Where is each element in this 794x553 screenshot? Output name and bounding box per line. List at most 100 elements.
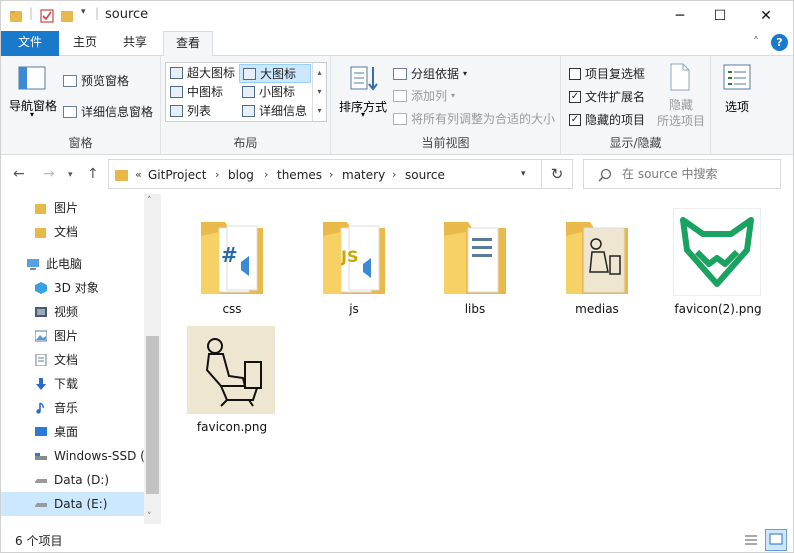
new-folder-icon[interactable] — [60, 8, 76, 24]
recent-locations-icon[interactable]: ▾ — [68, 170, 73, 180]
tab-view[interactable]: 查看 — [163, 31, 213, 57]
file-item-medias[interactable]: medias — [542, 206, 652, 318]
file-name: favicon(2).png — [674, 302, 762, 316]
item-checkboxes-toggle[interactable]: 项目复选框 — [569, 65, 645, 82]
sort-by-button[interactable]: 排序方式 ▾ — [337, 60, 391, 119]
file-item-css[interactable]: # css — [177, 206, 287, 318]
hide-selected-button[interactable]: 隐藏 所选项目 — [655, 60, 707, 128]
layout-label: 中图标 — [187, 85, 224, 99]
nav-item-downloads[interactable]: 下载 — [1, 372, 144, 396]
nav-item-documents-quick[interactable]: 文档 — [1, 220, 144, 244]
breadcrumb-source[interactable]: source — [405, 168, 445, 182]
3d-objects-icon — [35, 282, 47, 294]
folder-medias-icon — [566, 222, 628, 294]
layout-small-icons[interactable]: 小图标 — [239, 83, 311, 102]
layout-scroll[interactable]: ▴ ▾ ▾ — [312, 63, 326, 121]
file-extensions-toggle[interactable]: ✓ 文件扩展名 — [569, 88, 645, 105]
nav-pane-button[interactable]: 导航窗格 ▾ — [6, 60, 58, 119]
drive-icon — [35, 479, 47, 483]
quick-access-dropdown-icon[interactable]: ▾ — [81, 7, 86, 17]
file-item-favicon-2[interactable]: favicon(2).png — [663, 206, 773, 318]
close-button[interactable]: ✕ — [743, 1, 789, 31]
fox-logo-thumbnail — [673, 208, 761, 296]
tab-share[interactable]: 共享 — [115, 31, 155, 56]
collapse-ribbon-icon[interactable]: ˄ — [753, 35, 759, 49]
file-extensions-checkbox[interactable]: ✓ — [569, 90, 581, 103]
nav-item-this-pc[interactable]: 此电脑 — [1, 252, 144, 276]
preview-pane-button[interactable]: 预览窗格 — [63, 72, 129, 89]
hidden-items-label: 隐藏的项目 — [585, 113, 646, 127]
details-pane-label: 详细信息窗格 — [81, 105, 154, 119]
hidden-items-toggle[interactable]: ✓ 隐藏的项目 — [569, 111, 645, 128]
forward-arrow-icon[interactable]: → — [43, 166, 55, 182]
hidden-items-checkbox[interactable]: ✓ — [569, 113, 581, 126]
breadcrumb-overflow[interactable]: « — [135, 168, 142, 181]
add-columns-button[interactable]: 添加列 ▾ — [393, 87, 455, 104]
size-all-columns-button[interactable]: 将所有列调整为合适的大小 — [393, 110, 555, 127]
properties-checkmark-icon[interactable] — [39, 8, 55, 24]
tab-file[interactable]: 文件 — [1, 31, 59, 56]
download-icon — [36, 378, 46, 390]
nav-item-windows-ssd[interactable]: Windows-SSD ( — [1, 444, 144, 468]
breadcrumb-blog[interactable]: blog — [228, 168, 254, 182]
layout-extra-large-icons[interactable]: 超大图标 — [167, 64, 237, 83]
large-icons-view-icon[interactable] — [765, 529, 787, 551]
nav-item-data-e[interactable]: Data (E:) — [1, 492, 144, 516]
scroll-down-icon[interactable]: ˅ — [147, 512, 152, 522]
address-path[interactable]: « GitProject › blog › themes › matery › … — [108, 159, 542, 189]
breadcrumb-separator: › — [329, 168, 334, 181]
nav-label: 文档 — [54, 225, 79, 239]
current-view-group: 排序方式 ▾ 分组依据 ▾ 添加列 ▾ 将所有列调整为合适的大小 当前视图 — [331, 56, 561, 155]
maximize-button[interactable]: ☐ — [697, 1, 743, 31]
nav-item-data-d[interactable]: Data (D:) — [1, 468, 144, 492]
address-bar: ← → ▾ ↑ « GitProject › blog › themes › m… — [1, 156, 793, 192]
item-checkboxes-checkbox[interactable] — [569, 67, 581, 80]
nav-item-desktop[interactable]: 桌面 — [1, 420, 144, 444]
scroll-up-icon[interactable]: ˄ — [147, 196, 152, 206]
address-dropdown-icon[interactable]: ▾ — [521, 169, 526, 179]
chevron-down-icon: ▾ — [463, 69, 468, 78]
back-arrow-icon[interactable]: ← — [13, 166, 25, 182]
documents-icon — [35, 354, 47, 366]
chevron-down-icon: ▾ — [30, 110, 35, 119]
file-item-libs[interactable]: libs — [420, 206, 530, 318]
nav-label: 文档 — [54, 353, 79, 367]
nav-scrollbar[interactable]: ˄ ˅ — [144, 194, 161, 524]
search-input[interactable]: 在 source 中搜索 — [583, 159, 781, 189]
up-arrow-icon[interactable]: ↑ — [87, 166, 99, 182]
layout-list[interactable]: 列表 — [167, 102, 237, 121]
details-pane-button[interactable]: 详细信息窗格 — [63, 103, 153, 120]
group-by-button[interactable]: 分组依据 ▾ — [393, 65, 467, 82]
options-button[interactable]: 选项 — [713, 60, 761, 120]
breadcrumb-matery[interactable]: matery — [342, 168, 385, 182]
svg-text:JS: JS — [340, 247, 358, 266]
options-label: 选项 — [724, 100, 749, 114]
scrollbar-thumb[interactable] — [146, 336, 159, 494]
nav-item-pictures-quick[interactable]: 图片 — [1, 196, 144, 220]
refresh-button[interactable]: ↻ — [542, 159, 573, 189]
tab-home[interactable]: 主页 — [65, 31, 105, 56]
panes-group-label: 窗格 — [68, 136, 93, 150]
nav-item-videos[interactable]: 视频 — [1, 300, 144, 324]
chevron-down-icon: ▾ — [451, 91, 456, 100]
item-count: 6 个项目 — [15, 534, 63, 548]
title-divider: | — [29, 6, 34, 20]
layout-medium-icons[interactable]: 中图标 — [167, 83, 237, 102]
drive-icon — [35, 453, 47, 460]
nav-item-documents[interactable]: 文档 — [1, 348, 144, 372]
nav-label: 视频 — [54, 305, 79, 319]
details-view-icon[interactable] — [743, 532, 759, 548]
file-item-js[interactable]: JS js — [299, 206, 409, 318]
breadcrumb-themes[interactable]: themes — [277, 168, 322, 182]
nav-item-music[interactable]: 音乐 — [1, 396, 144, 420]
breadcrumb-gitproject[interactable]: GitProject — [148, 168, 206, 182]
layout-large-icons[interactable]: 大图标 — [239, 64, 311, 83]
navigation-pane: 图片 文档 此电脑 3D 对象 视频 图片 文档 下载 音乐 桌面 Window… — [1, 194, 161, 524]
nav-item-pictures[interactable]: 图片 — [1, 324, 144, 348]
layout-details[interactable]: 详细信息 — [239, 102, 311, 121]
ribbon: 导航窗格 ▾ 预览窗格 详细信息窗格 窗格 超大图标 大图标 中图标 小图标 列… — [1, 56, 793, 155]
add-columns-label: 添加列 — [411, 89, 448, 103]
help-icon[interactable]: ? — [771, 34, 788, 51]
file-item-favicon[interactable]: favicon.png — [177, 324, 287, 436]
nav-item-3d-objects[interactable]: 3D 对象 — [1, 276, 144, 300]
